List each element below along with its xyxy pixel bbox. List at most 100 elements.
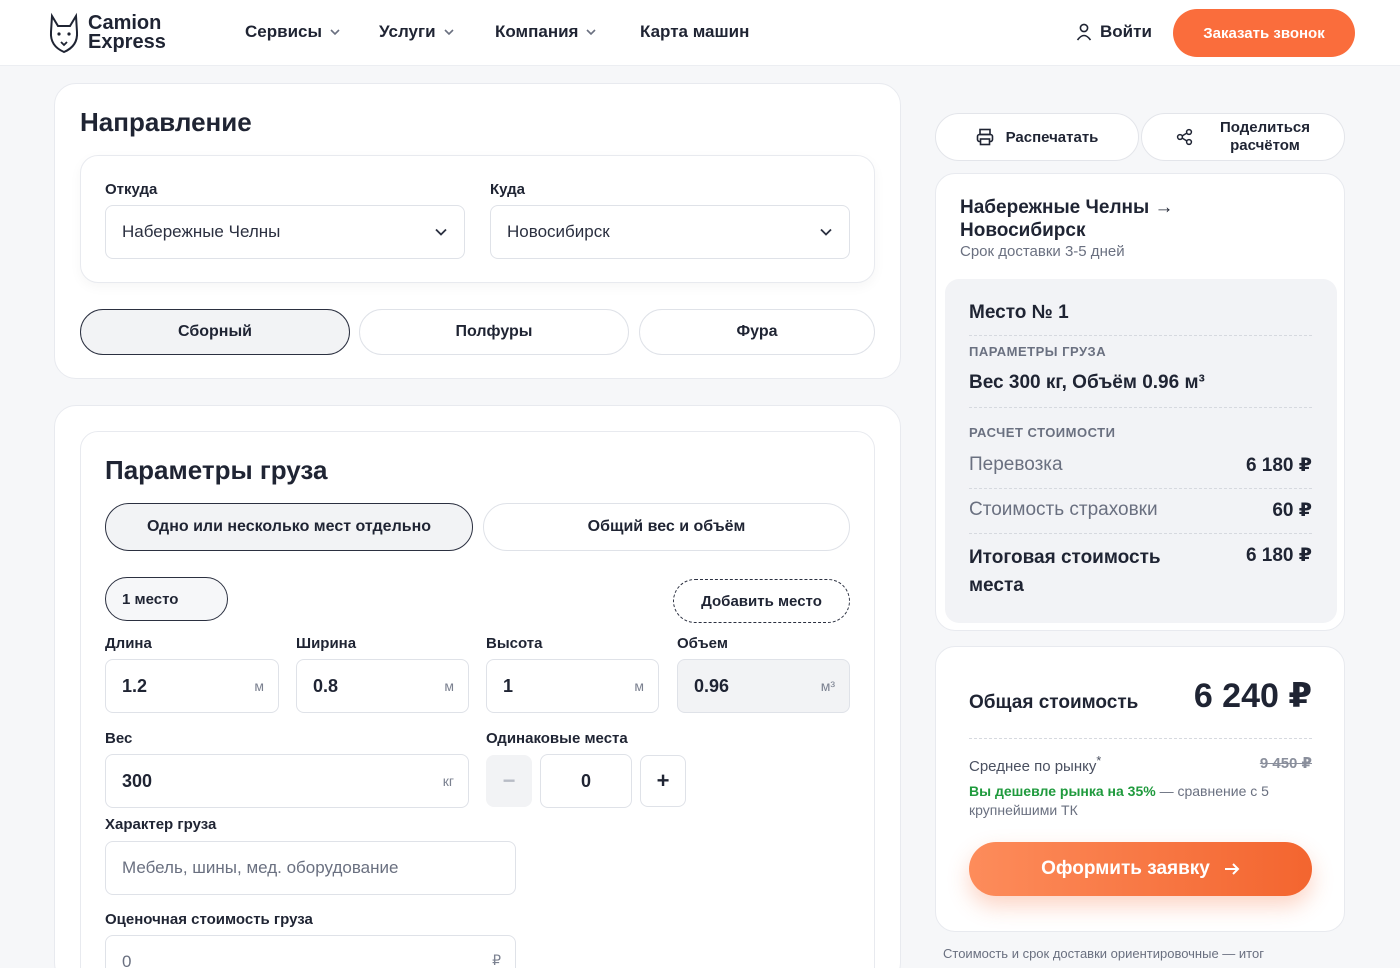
submit-order-label: Оформить заявку — [1041, 858, 1210, 879]
declared-value-value: 0 — [122, 952, 132, 968]
length-label: Длина — [105, 635, 152, 652]
to-label: Куда — [490, 181, 525, 198]
transport-cost-label: Перевозка — [969, 454, 1063, 475]
divider — [969, 488, 1312, 489]
logo[interactable]: Camion Express — [46, 12, 176, 56]
divider — [969, 738, 1312, 739]
to-select[interactable]: Новосибирск — [490, 205, 850, 259]
share-button[interactable]: Поделиться расчётом — [1141, 113, 1345, 161]
direction-title: Направление — [80, 107, 252, 137]
nav-uslugi-label: Услуги — [379, 22, 436, 41]
print-label: Распечатать — [1005, 128, 1099, 146]
volume-value: 0.96 — [694, 675, 730, 696]
length-input[interactable]: 1.2 м — [105, 659, 279, 713]
share-label-line-1: Поделиться — [1219, 119, 1311, 136]
insurance-cost-value: 60 ₽ — [1272, 500, 1312, 521]
nav-services-offered[interactable]: Услуги — [379, 22, 454, 42]
volume-field: 0.96 м³ — [677, 659, 850, 713]
logo-line-2: Express — [88, 31, 166, 53]
insurance-cost-label: Стоимость страховки — [969, 499, 1158, 520]
summary-route-line-1: Набережные Челны → — [960, 197, 1174, 218]
logo-text: Camion Express — [88, 13, 166, 53]
divider — [969, 533, 1312, 534]
nav-company-label: Компания — [495, 22, 579, 41]
summary-route-line-2: Новосибирск — [960, 220, 1086, 241]
height-unit: м — [634, 678, 644, 694]
savings-text: Вы дешевле рынка на 35% — сравнение с 5 … — [969, 782, 1312, 820]
volume-label: Объем — [677, 635, 728, 652]
weight-value: 300 — [122, 770, 153, 791]
place-total-label-line-2: места — [969, 575, 1024, 596]
divider — [969, 407, 1312, 408]
place-total-value: 6 180 ₽ — [1245, 545, 1312, 566]
params-caption: ПАРАМЕТРЫ ГРУЗА — [969, 344, 1107, 359]
increment-button[interactable]: + — [640, 755, 686, 807]
mode-separate-places-button[interactable]: Одно или несколько мест отдельно — [105, 503, 473, 551]
length-value: 1.2 — [122, 675, 148, 696]
place-total-label-line-1: Итоговая стоимость — [969, 547, 1161, 568]
height-value: 1 — [503, 675, 514, 696]
nav-company[interactable]: Компания — [495, 22, 597, 42]
same-places-input[interactable]: 0 — [540, 754, 632, 808]
mode-total-weight-button[interactable]: Общий вес и объём — [483, 503, 850, 551]
chevron-down-icon — [330, 29, 340, 36]
fox-logo-icon — [49, 12, 79, 54]
share-label: Поделиться расчётом — [1220, 119, 1310, 155]
order-call-button[interactable]: Заказать звонок — [1173, 9, 1355, 57]
height-input[interactable]: 1 м — [486, 659, 659, 713]
width-label: Ширина — [296, 635, 357, 652]
volume-unit: м³ — [820, 678, 835, 694]
cargo-nature-label: Характер груза — [105, 816, 217, 833]
same-places-value: 0 — [580, 770, 591, 791]
total-label: Общая стоимость — [969, 692, 1139, 713]
weight-input[interactable]: 300 кг — [105, 754, 469, 808]
place-title: Место № 1 — [969, 302, 1069, 323]
from-label: Откуда — [105, 181, 158, 198]
printer-icon — [976, 128, 993, 146]
from-select[interactable]: Набережные Челны — [105, 205, 465, 259]
params-value: Вес 300 кг, Объём 0.96 м³ — [969, 372, 1205, 393]
chevron-down-icon — [443, 29, 454, 36]
user-icon — [1076, 23, 1092, 41]
arrow-right-icon — [1224, 863, 1240, 875]
place-tab-1[interactable]: 1 место — [105, 577, 228, 621]
transport-full-truck-button[interactable]: Фура — [639, 309, 875, 355]
width-input[interactable]: 0.8 м — [296, 659, 469, 713]
nav-services-label: Сервисы — [245, 22, 322, 41]
market-average-footnote-mark: * — [1096, 754, 1102, 768]
weight-unit: кг — [442, 773, 454, 789]
print-button[interactable]: Распечатать — [935, 113, 1139, 161]
cargo-nature-input[interactable]: Мебель, шины, мед. оборудование — [105, 841, 516, 895]
cargo-nature-placeholder: Мебель, шины, мед. оборудование — [122, 858, 399, 877]
cargo-title: Параметры груза — [105, 455, 328, 485]
savings-highlight: Вы дешевле рынка на 35% — [969, 783, 1156, 799]
site-header: Camion Express Сервисы Услуги Компания К… — [0, 0, 1400, 66]
chevron-down-icon — [586, 29, 597, 36]
market-average-label: Среднее по рынку — [969, 758, 1097, 775]
same-places-label: Одинаковые места — [486, 730, 628, 747]
nav-truck-map-label: Карта машин — [640, 22, 750, 41]
declared-value-label: Оценочная стоимость груза — [105, 911, 313, 928]
declared-value-unit: ₽ — [492, 952, 501, 968]
nav-truck-map[interactable]: Карта машин — [640, 22, 749, 42]
submit-order-button[interactable]: Оформить заявку — [969, 842, 1312, 896]
divider — [969, 335, 1312, 336]
disclaimer-note: Стоимость и срок доставки ориентировочны… — [943, 946, 1264, 961]
transport-half-truck-button[interactable]: Полфуры — [359, 309, 629, 355]
weight-label: Вес — [105, 730, 133, 747]
height-label: Высота — [486, 635, 543, 652]
delivery-time: Срок доставки 3-5 дней — [960, 243, 1125, 260]
add-place-button[interactable]: Добавить место — [673, 579, 850, 623]
decrement-button[interactable]: − — [486, 755, 532, 807]
declared-value-input[interactable]: 0 ₽ — [105, 935, 516, 968]
transport-consolidated-button[interactable]: Сборный — [80, 309, 350, 355]
place-total-label: Итоговая стоимость места — [969, 544, 1161, 600]
nav-services[interactable]: Сервисы — [245, 22, 340, 42]
length-unit: м — [254, 678, 264, 694]
login-link[interactable]: Войти — [1076, 22, 1152, 42]
market-average: Среднее по рынку* — [969, 754, 1101, 775]
market-average-value: 9 450 ₽ — [1259, 755, 1312, 772]
width-value: 0.8 — [313, 675, 339, 696]
summary-route: Набережные Челны → Новосибирск — [960, 196, 1174, 242]
chevron-down-icon — [820, 228, 832, 236]
